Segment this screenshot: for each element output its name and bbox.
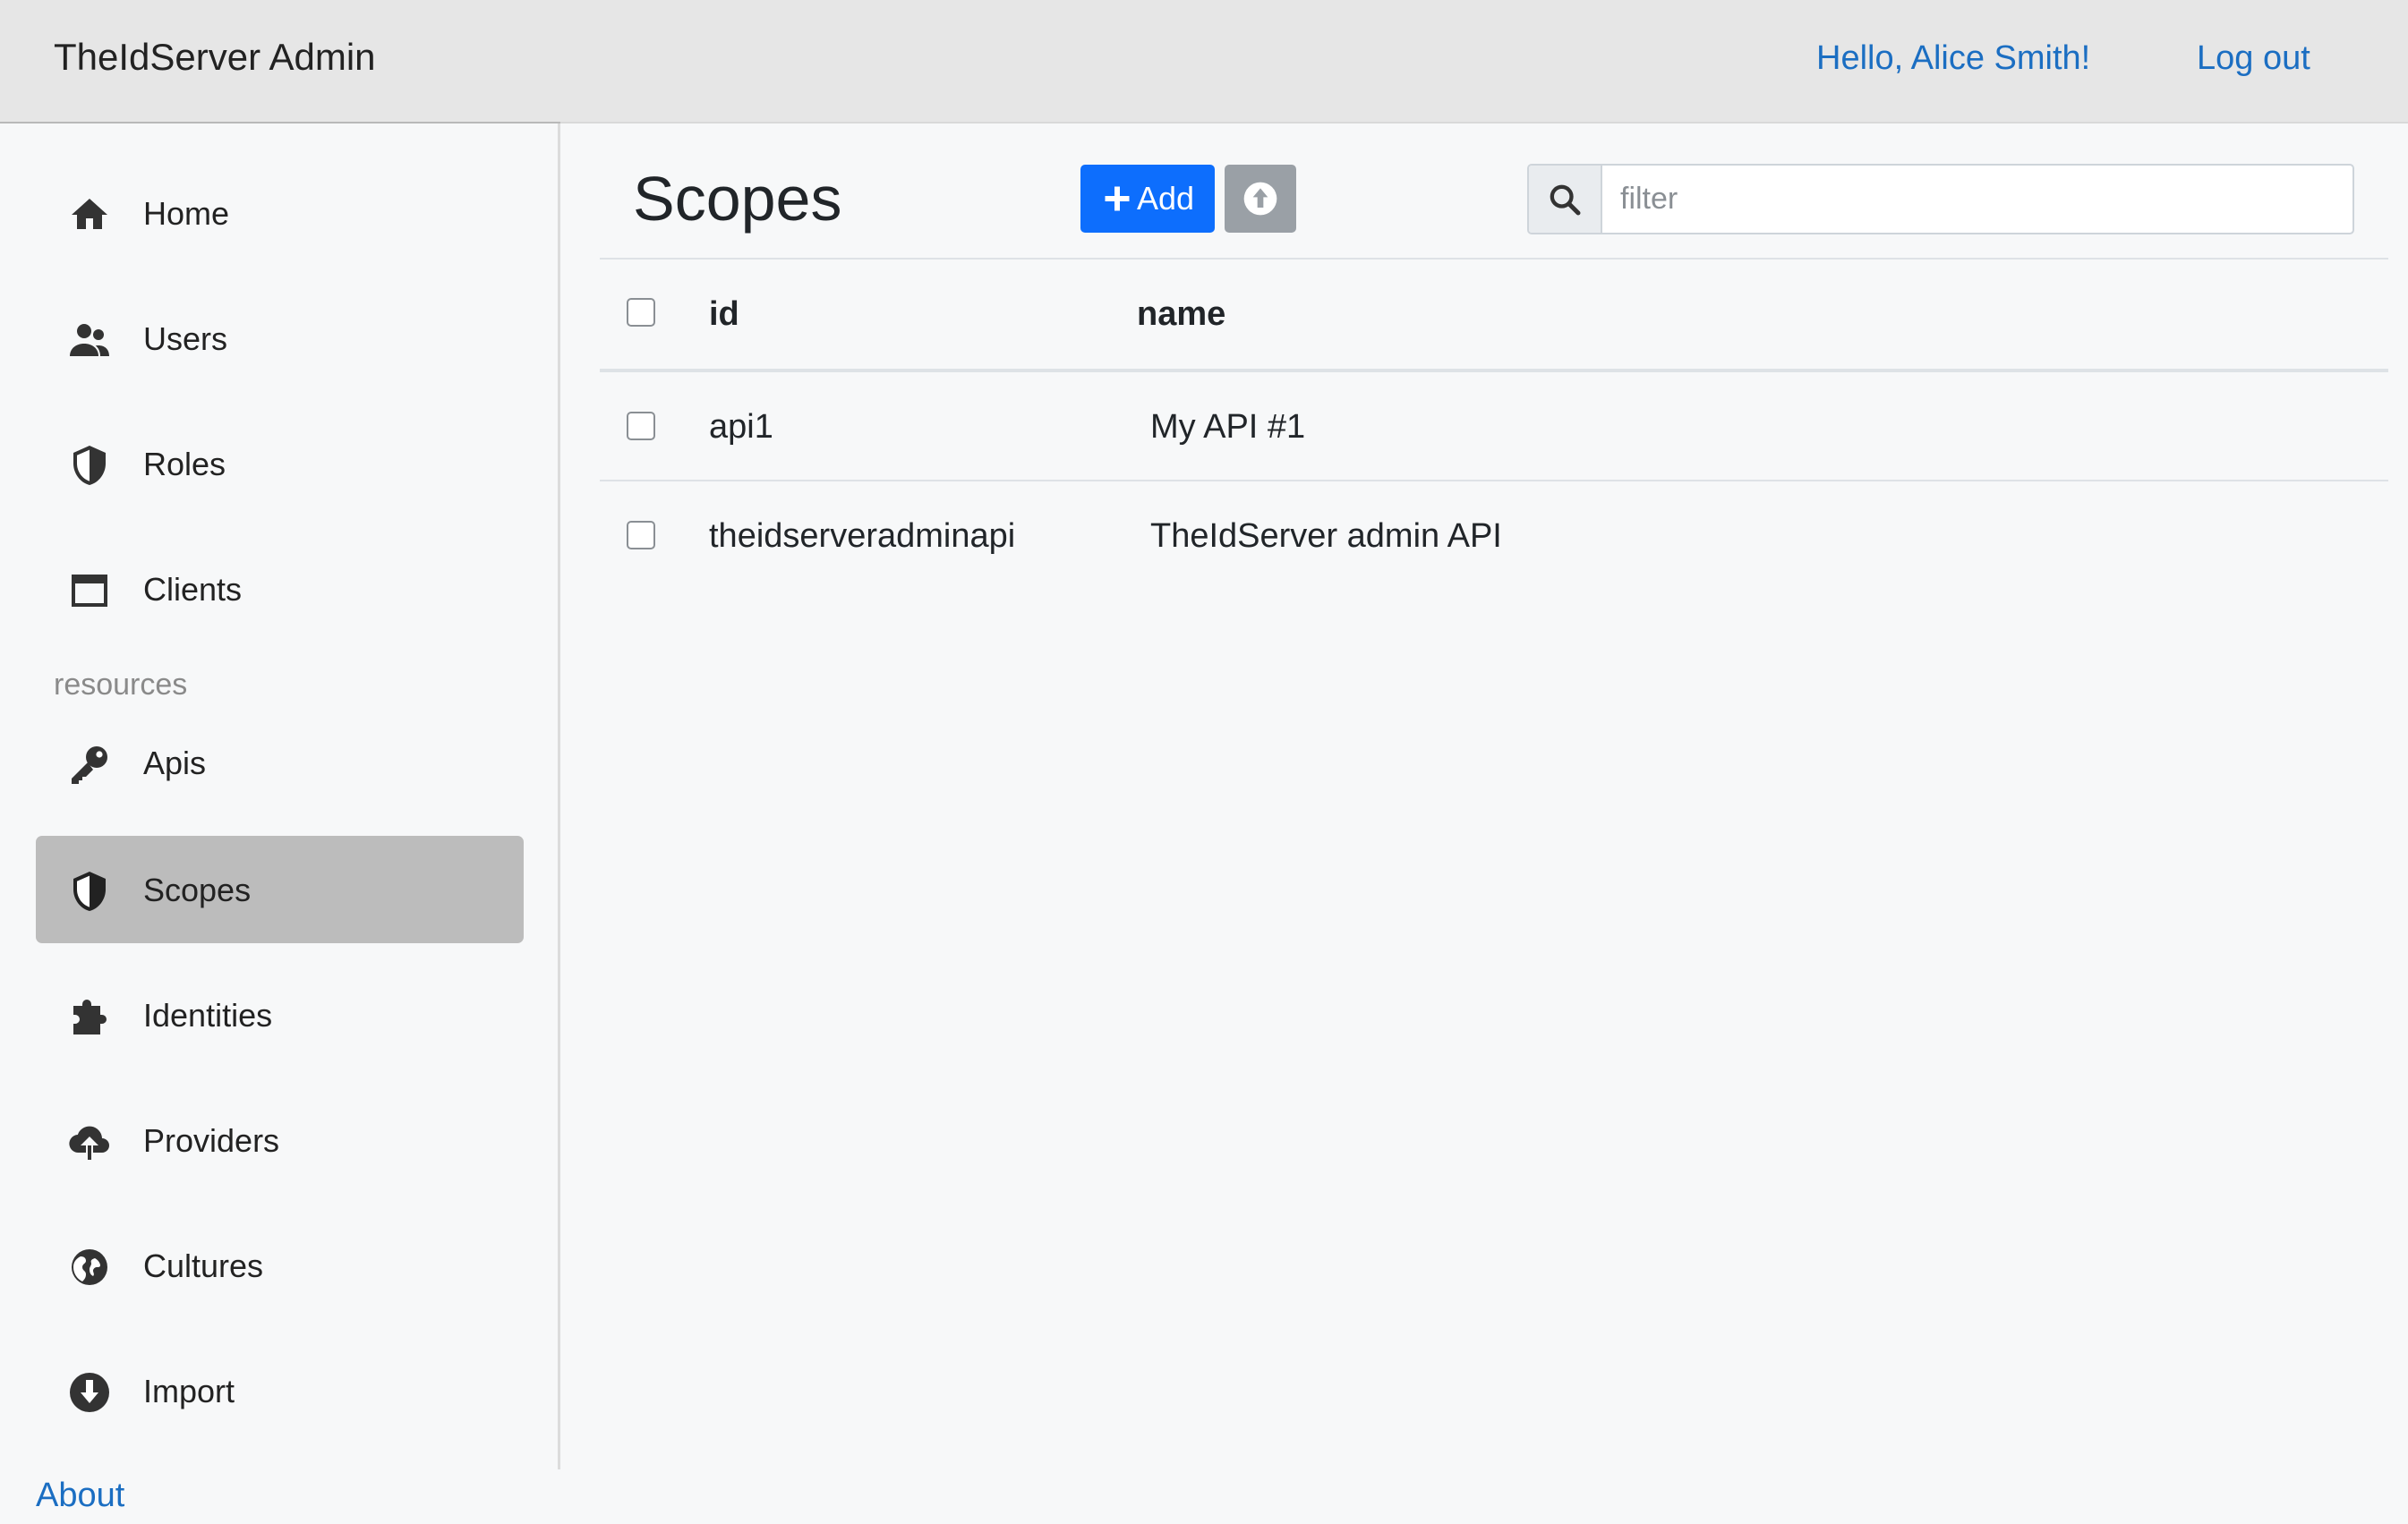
key-icon <box>68 743 111 786</box>
scopes-table: id name api1 My API #1 theidserveradmina… <box>600 260 2388 589</box>
top-bar: Hello, Alice Smith! Log out <box>560 0 2408 123</box>
shield-icon <box>68 870 111 913</box>
cell-id[interactable]: api1 <box>709 408 773 447</box>
add-button-label: Add <box>1136 180 1195 217</box>
brand-bar: TheIdServer Admin <box>0 0 560 123</box>
column-header-name[interactable]: name <box>1137 295 1225 334</box>
home-icon <box>68 193 111 236</box>
sidebar-item-label: Roles <box>143 446 226 482</box>
search-box <box>1527 164 2354 234</box>
globe-icon <box>68 1246 111 1289</box>
filter-input[interactable] <box>1602 166 2352 233</box>
row-checkbox[interactable] <box>627 412 655 440</box>
sidebar-item-scopes[interactable]: Scopes <box>36 836 524 943</box>
sidebar-item-label: Providers <box>143 1122 280 1159</box>
cell-id[interactable]: theidserveradminapi <box>709 517 1015 556</box>
sidebar-item-label: Import <box>143 1373 235 1409</box>
download-circle-icon <box>68 1371 111 1414</box>
sidebar-item-label: Apis <box>143 745 207 781</box>
sidebar-item-label: Users <box>143 320 228 357</box>
about-link[interactable]: About <box>36 1477 124 1515</box>
logout-link[interactable]: Log out <box>2197 39 2310 78</box>
app-title[interactable]: TheIdServer Admin <box>54 36 376 79</box>
add-button[interactable]: Add <box>1080 165 1215 233</box>
sidebar-item-roles[interactable]: Roles <box>36 410 524 517</box>
sidebar-item-users[interactable]: Users <box>36 285 524 392</box>
sidebar-item-label: Clients <box>143 571 243 608</box>
sidebar-item-cultures[interactable]: Cultures <box>36 1212 524 1319</box>
cell-name[interactable]: TheIdServer admin API <box>1150 517 1502 556</box>
window-icon <box>68 569 111 612</box>
user-greeting-link[interactable]: Hello, Alice Smith! <box>1816 39 2090 78</box>
shield-icon <box>68 444 111 487</box>
column-header-id[interactable]: id <box>709 295 739 334</box>
sidebar-item-clients[interactable]: Clients <box>36 535 524 643</box>
sidebar-item-label: Scopes <box>143 872 252 908</box>
puzzle-icon <box>68 995 111 1038</box>
sidebar-item-label: Cultures <box>143 1247 264 1284</box>
sidebar-item-import[interactable]: Import <box>36 1337 524 1444</box>
sidebar-item-apis[interactable]: Apis <box>36 709 524 816</box>
sidebar: Home Users Roles Clients resources Apis … <box>0 123 560 1469</box>
table-row[interactable]: api1 My API #1 <box>600 372 2388 481</box>
select-all-checkbox[interactable] <box>627 298 655 327</box>
sidebar-item-label: Home <box>143 195 230 232</box>
page-title: Scopes <box>633 164 842 234</box>
plus-icon <box>1105 186 1130 211</box>
export-button[interactable] <box>1225 165 1296 233</box>
row-checkbox[interactable] <box>627 521 655 549</box>
sidebar-item-identities[interactable]: Identities <box>36 961 524 1069</box>
sidebar-item-providers[interactable]: Providers <box>36 1086 524 1194</box>
sidebar-item-label: Identities <box>143 997 273 1034</box>
cloud-upload-icon <box>68 1120 111 1163</box>
cell-name[interactable]: My API #1 <box>1150 408 1305 447</box>
upload-circle-icon <box>1243 182 1277 216</box>
users-icon <box>68 319 111 362</box>
sidebar-item-home[interactable]: Home <box>36 159 524 267</box>
table-header: id name <box>600 260 2388 372</box>
section-label-resources: resources <box>54 668 188 702</box>
table-row[interactable]: theidserveradminapi TheIdServer admin AP… <box>600 481 2388 589</box>
search-icon <box>1529 166 1602 233</box>
